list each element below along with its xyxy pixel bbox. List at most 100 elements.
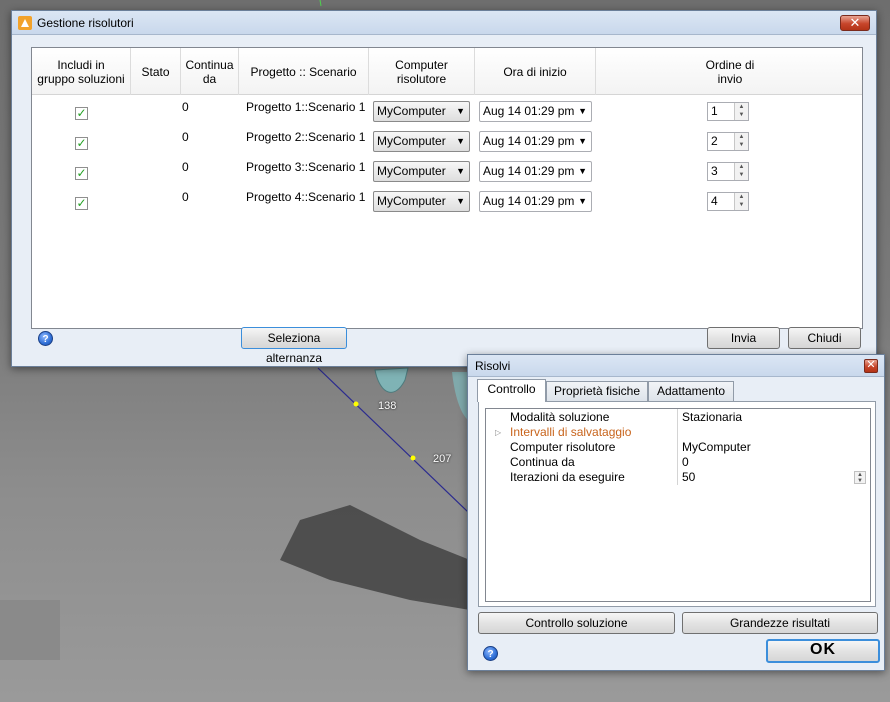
close-icon[interactable]: ✕: [840, 14, 870, 31]
table-header: Includi in gruppo soluzioni Stato Contin…: [32, 48, 862, 95]
risolvi-titlebar[interactable]: Risolvi ✕: [468, 355, 884, 377]
probe-point-1: [353, 401, 359, 407]
chiudi-button[interactable]: Chiudi: [788, 327, 861, 349]
chevron-down-icon: ▼: [456, 166, 465, 176]
property-name: Computer risolutore: [510, 440, 616, 454]
property-value: Stazionaria: [682, 410, 743, 424]
include-checkbox[interactable]: ✓: [75, 107, 88, 120]
stepper-arrows-icon[interactable]: ▲ ▼: [734, 163, 748, 180]
solver-table: Includi in gruppo soluzioni Stato Contin…: [31, 47, 863, 329]
help-icon[interactable]: ?: [38, 331, 53, 346]
ora-select[interactable]: Aug 14 01:29 pm ▼: [479, 101, 592, 122]
computer-select[interactable]: MyComputer ▼: [373, 131, 470, 152]
table-row: ✓ 0 Progetto 1::Scenario 1 MyComputer ▼ A…: [32, 98, 862, 128]
controllo-panel: Modalità soluzione Stazionaria ▷ Interva…: [478, 401, 876, 607]
property-row[interactable]: Continua da 0: [486, 455, 870, 470]
help-icon[interactable]: ?: [483, 646, 498, 661]
floor-patch: [0, 600, 60, 660]
computer-select-value: MyComputer: [377, 194, 446, 208]
stepper-arrows-icon[interactable]: ▲ ▼: [854, 471, 866, 484]
header-includi[interactable]: Includi in gruppo soluzioni: [32, 48, 131, 95]
continua-value: 0: [182, 190, 189, 204]
table-row: ✓ 0 Progetto 2::Scenario 1 MyComputer ▼ A…: [32, 128, 862, 158]
ordine-stepper[interactable]: 4 ▲ ▼: [707, 192, 749, 211]
computer-select-value: MyComputer: [377, 104, 446, 118]
continua-value: 0: [182, 130, 189, 144]
include-checkbox[interactable]: ✓: [75, 137, 88, 150]
continua-value: 0: [182, 160, 189, 174]
ora-select[interactable]: Aug 14 01:29 pm ▼: [479, 131, 592, 152]
computer-select-value: MyComputer: [377, 134, 446, 148]
property-name: Modalità soluzione: [510, 410, 610, 424]
close-icon[interactable]: ✕: [864, 358, 878, 373]
invia-button[interactable]: Invia: [707, 327, 780, 349]
property-row[interactable]: Iterazioni da eseguire 50 ▲ ▼: [486, 470, 870, 485]
property-row[interactable]: Computer risolutore MyComputer: [486, 440, 870, 455]
chevron-down-icon: ▼: [578, 166, 587, 176]
window-title: Gestione risolutori: [37, 15, 134, 30]
header-scenario[interactable]: Progetto :: Scenario: [239, 48, 369, 95]
axis-tick: [319, 0, 322, 7]
probe-point-2: [410, 455, 416, 461]
header-stato[interactable]: Stato: [131, 48, 181, 95]
ora-select-value: Aug 14 01:29 pm: [483, 194, 575, 208]
controllo-soluzione-button[interactable]: Controllo soluzione: [478, 612, 675, 634]
property-grid: Modalità soluzione Stazionaria ▷ Interva…: [485, 408, 871, 602]
stepper-arrows-icon[interactable]: ▲ ▼: [734, 103, 748, 120]
include-checkbox[interactable]: ✓: [75, 167, 88, 180]
include-checkbox[interactable]: ✓: [75, 197, 88, 210]
ordine-stepper[interactable]: 1 ▲ ▼: [707, 102, 749, 121]
ora-select[interactable]: Aug 14 01:29 pm ▼: [479, 191, 592, 212]
expand-arrow-icon[interactable]: ▷: [495, 425, 501, 440]
ora-select[interactable]: Aug 14 01:29 pm ▼: [479, 161, 592, 182]
stepper-arrows-icon[interactable]: ▲ ▼: [734, 133, 748, 150]
ordine-stepper[interactable]: 2 ▲ ▼: [707, 132, 749, 151]
app-icon: [18, 15, 32, 30]
ordine-stepper[interactable]: 3 ▲ ▼: [707, 162, 749, 181]
gestione-risolutori-window: Gestione risolutori ✕ Includi in gruppo …: [11, 10, 877, 367]
ordine-value: 1: [711, 104, 718, 118]
property-group-row[interactable]: ▷ Intervalli di salvataggio: [486, 425, 870, 440]
ordine-value: 2: [711, 134, 718, 148]
risolvi-window: Risolvi ✕ Controllo Proprietà fisiche Ad…: [467, 354, 885, 671]
continua-value: 0: [182, 100, 189, 114]
property-name: Intervalli di salvataggio: [510, 425, 632, 439]
gestione-titlebar[interactable]: Gestione risolutori ✕: [12, 11, 876, 35]
property-value: MyComputer: [682, 440, 751, 454]
scenario-name: Progetto 3::Scenario 1: [246, 160, 366, 174]
property-row[interactable]: Modalità soluzione Stazionaria: [486, 410, 870, 425]
window-title: Risolvi: [475, 358, 511, 373]
header-ora[interactable]: Ora di inizio: [475, 48, 596, 95]
tab-controllo[interactable]: Controllo: [477, 379, 546, 402]
table-row: ✓ 0 Progetto 3::Scenario 1 MyComputer ▼ A…: [32, 158, 862, 188]
ora-select-value: Aug 14 01:29 pm: [483, 104, 575, 118]
computer-select-value: MyComputer: [377, 164, 446, 178]
header-continua[interactable]: Continua da: [181, 48, 239, 95]
header-ordine[interactable]: Ordine di invio: [596, 48, 864, 95]
scenario-name: Progetto 1::Scenario 1: [246, 100, 366, 114]
computer-select[interactable]: MyComputer ▼: [373, 101, 470, 122]
chevron-down-icon: ▼: [578, 106, 587, 116]
ok-button[interactable]: OK: [766, 639, 880, 663]
computer-select[interactable]: MyComputer ▼: [373, 191, 470, 212]
probe-label-2: 207: [433, 453, 452, 465]
ordine-value: 4: [711, 194, 718, 208]
tab-proprieta-fisiche[interactable]: Proprietà fisiche: [546, 381, 648, 401]
chevron-down-icon: ▼: [456, 106, 465, 116]
floor-shadow: [280, 505, 470, 610]
property-name: Iterazioni da eseguire: [510, 470, 625, 484]
grandezze-risultati-button[interactable]: Grandezze risultati: [682, 612, 878, 634]
pipe-right: [452, 372, 468, 420]
ora-select-value: Aug 14 01:29 pm: [483, 134, 575, 148]
computer-select[interactable]: MyComputer ▼: [373, 161, 470, 182]
header-computer[interactable]: Computer risolutore: [369, 48, 475, 95]
property-value: 0: [682, 455, 689, 469]
stepper-arrows-icon[interactable]: ▲ ▼: [734, 193, 748, 210]
ora-select-value: Aug 14 01:29 pm: [483, 164, 575, 178]
chevron-down-icon: ▼: [578, 136, 587, 146]
pipe-shape: [374, 367, 409, 393]
chevron-down-icon: ▼: [578, 196, 587, 206]
scenario-name: Progetto 4::Scenario 1: [246, 190, 366, 204]
tab-adattamento[interactable]: Adattamento: [648, 381, 734, 401]
seleziona-alternanza-button[interactable]: Seleziona alternanza: [241, 327, 347, 365]
